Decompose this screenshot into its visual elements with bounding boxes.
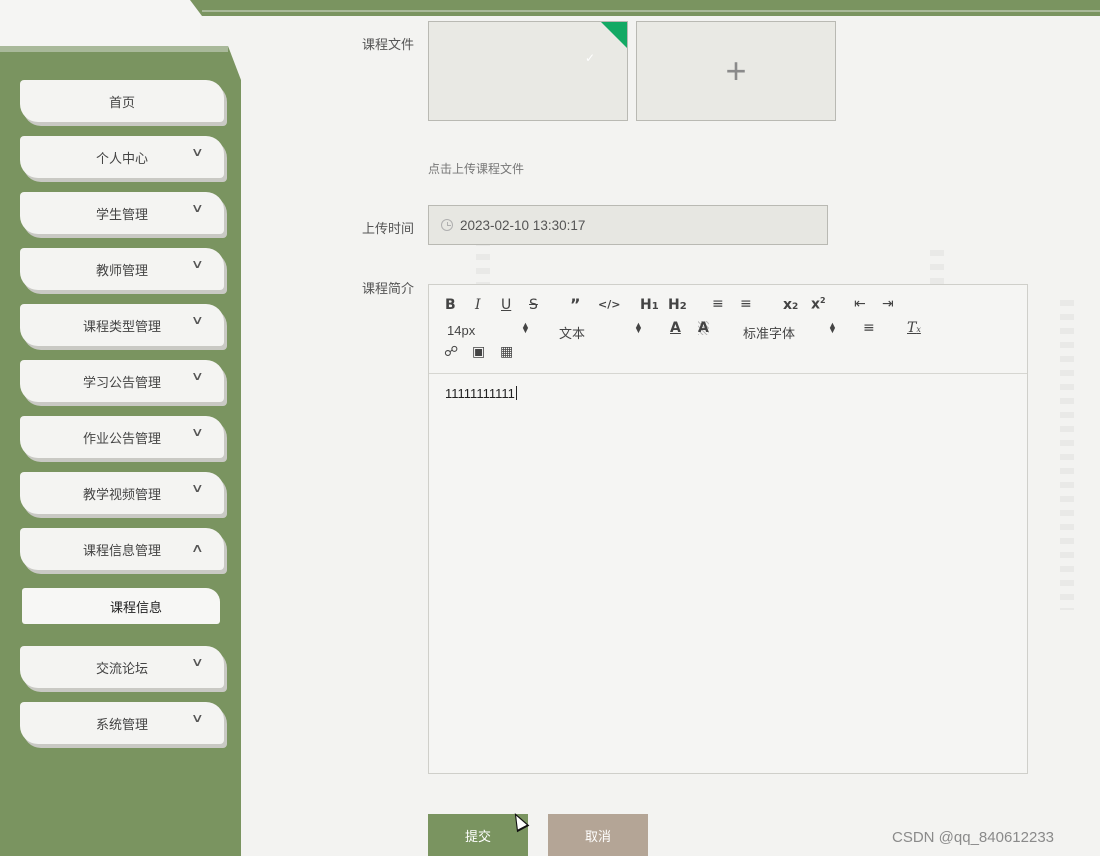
font-color-icon[interactable]: A (670, 321, 681, 335)
superscript-icon[interactable]: x2 (811, 297, 826, 312)
check-icon: ✓ (585, 51, 596, 65)
chevron-down-icon: ∨ (191, 481, 205, 495)
code-block-icon[interactable]: </> (598, 299, 620, 310)
sidebar-subitem-label: 课程信息 (109, 599, 162, 615)
uploaded-file-thumbnail[interactable]: ✓ (428, 21, 628, 121)
editor-text: 11111111111 (445, 386, 515, 401)
background-streak (1060, 300, 1074, 610)
ordered-list-icon[interactable]: ≡ (712, 297, 724, 311)
chevron-down-icon: ∨ (191, 655, 205, 669)
outdent-icon[interactable]: ⇤ (854, 297, 866, 311)
sidebar-item-label: 学生管理 (95, 206, 148, 222)
sidebar-item-label: 课程类型管理 (82, 318, 161, 334)
sidebar-item-student-management[interactable]: 学生管理 ∨ (20, 192, 224, 234)
sidebar-item-personal-center[interactable]: 个人中心 ∨ (20, 136, 224, 178)
sidebar-subitem-course-info[interactable]: 课程信息 (22, 588, 220, 624)
font-size-select[interactable]: 14px (447, 323, 475, 338)
sort-icon: ▲ ▼ (828, 320, 837, 335)
video-icon[interactable]: ▦ (500, 345, 513, 359)
plus-icon: + (725, 50, 747, 91)
upload-add-button[interactable]: + (636, 21, 836, 121)
sidebar-item-forum[interactable]: 交流论坛 ∨ (20, 646, 224, 688)
chevron-down-icon: ∨ (191, 711, 205, 725)
chevron-down-icon: ∨ (191, 369, 205, 383)
upload-hint: 点击上传课程文件 (428, 162, 525, 176)
chevron-down-icon: ∨ (191, 145, 205, 159)
italic-icon[interactable]: I (475, 298, 481, 312)
chevron-down-icon: ∨ (191, 201, 205, 215)
clear-format-icon[interactable]: Tx (907, 321, 921, 335)
indent-icon[interactable]: ⇥ (882, 297, 894, 311)
sidebar-item-study-announcement[interactable]: 学习公告管理 ∨ (20, 360, 224, 402)
chevron-up-icon: ∧ (191, 541, 205, 555)
upload-time-label: 上传时间 (362, 221, 415, 236)
sidebar-item-label: 学习公告管理 (82, 374, 161, 390)
sidebar-item-homework-announcement[interactable]: 作业公告管理 ∨ (20, 416, 224, 458)
clock-icon (441, 219, 453, 231)
header-format-select[interactable]: 文本 (559, 323, 585, 342)
sidebar-item-course-type-management[interactable]: 课程类型管理 ∨ (20, 304, 224, 346)
sidebar-item-label: 作业公告管理 (82, 430, 161, 446)
sidebar-item-system-management[interactable]: 系统管理 ∨ (20, 702, 224, 744)
sidebar-item-label: 系统管理 (95, 716, 148, 732)
background-color-icon[interactable]: A (698, 321, 709, 335)
upload-success-badge (600, 22, 627, 49)
sort-icon: ▲ ▼ (521, 320, 530, 335)
sidebar-item-course-info-management[interactable]: 课程信息管理 ∧ (20, 528, 224, 570)
heading-1-icon[interactable]: H1 (640, 298, 659, 312)
bullet-list-icon[interactable]: ≡ (740, 297, 752, 311)
blockquote-icon[interactable]: ” (570, 297, 581, 313)
upload-time-input[interactable]: 2023-02-10 13:30:17 (428, 205, 828, 245)
watermark: CSDN @qq_840612233 (892, 829, 1055, 846)
sidebar-item-label: 课程信息管理 (82, 542, 161, 558)
sidebar-item-teacher-management[interactable]: 教师管理 ∨ (20, 248, 224, 290)
editor-content[interactable]: 11111111111 (445, 386, 517, 401)
align-left-icon[interactable]: ≡ (863, 321, 875, 335)
rich-text-editor: B I U S ” </> H1 H2 ≡ ≡ x2 x2 ⇤ ⇥ 14px ▲… (428, 284, 1028, 774)
strikethrough-icon[interactable]: S (529, 298, 538, 312)
submit-button-label: 提交 (464, 828, 491, 844)
bold-icon[interactable]: B (445, 298, 456, 312)
chevron-down-icon: ∨ (191, 313, 205, 327)
upload-time-value: 2023-02-10 13:30:17 (460, 217, 586, 233)
sidebar-item-home[interactable]: 首页 (20, 80, 224, 122)
image-icon[interactable]: ▣ (472, 345, 485, 359)
header-left-panel (0, 0, 200, 46)
header-bar (190, 0, 1100, 16)
text-caret (515, 386, 517, 400)
sidebar-item-label: 教学视频管理 (82, 486, 161, 502)
cancel-button[interactable]: 取消 (548, 814, 648, 856)
chevron-down-icon: ∨ (191, 257, 205, 271)
chevron-down-icon: ∨ (191, 425, 205, 439)
subscript-icon[interactable]: x2 (783, 298, 798, 312)
editor-toolbar: B I U S ” </> H1 H2 ≡ ≡ x2 x2 ⇤ ⇥ 14px ▲… (429, 285, 1027, 374)
sidebar-item-label: 教师管理 (95, 262, 148, 278)
course-intro-label: 课程简介 (362, 281, 415, 296)
underline-icon[interactable]: U (501, 298, 511, 312)
sidebar-item-label: 交流论坛 (95, 660, 148, 676)
sidebar-item-label: 首页 (108, 94, 135, 110)
font-family-select[interactable]: 标准字体 (743, 323, 795, 342)
heading-2-icon[interactable]: H2 (668, 298, 687, 312)
sort-icon: ▲ ▼ (634, 320, 643, 335)
sidebar-item-teaching-video[interactable]: 教学视频管理 ∨ (20, 472, 224, 514)
sidebar-item-label: 个人中心 (95, 150, 148, 166)
link-icon[interactable]: ☍ (444, 345, 458, 359)
course-file-label: 课程文件 (362, 37, 415, 52)
cancel-button-label: 取消 (584, 828, 611, 844)
